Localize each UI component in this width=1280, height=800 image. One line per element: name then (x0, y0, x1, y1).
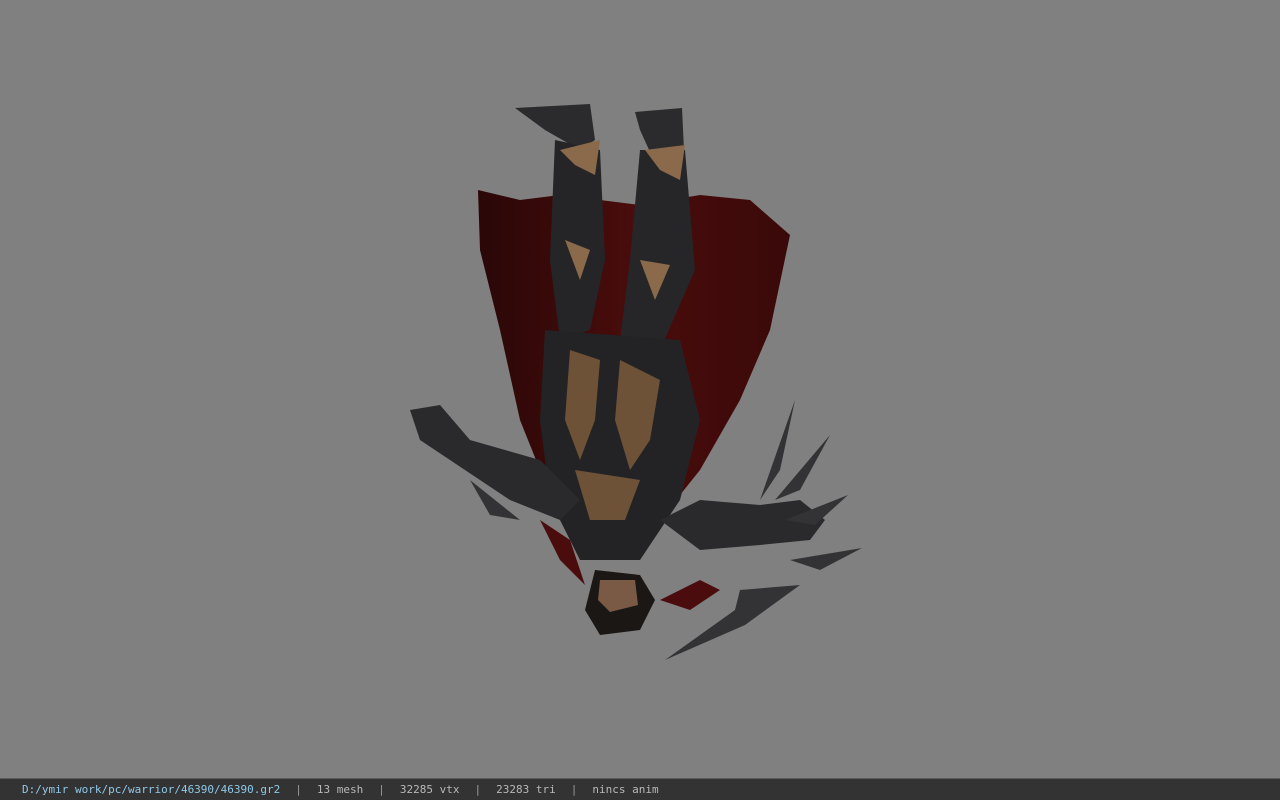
separator: | (474, 783, 482, 796)
separator: | (295, 783, 302, 796)
vertex-count: 32285 vtx (399, 783, 460, 796)
status-bar: D:/ymir work/pc/warrior/46390/46390.gr2 … (0, 778, 1280, 800)
triangle-count: 23283 tri (496, 783, 556, 796)
file-path: D:/ymir work/pc/warrior/46390/46390.gr2 (22, 783, 281, 796)
separator: | (378, 783, 385, 796)
right-boot (635, 108, 684, 152)
3d-model-render[interactable] (0, 0, 1280, 778)
right-arm (660, 500, 825, 550)
3d-viewport[interactable] (0, 0, 1280, 778)
anim-status: nincs anim (592, 783, 659, 796)
mesh-count: 13 mesh (316, 783, 364, 796)
separator: | (570, 783, 578, 796)
